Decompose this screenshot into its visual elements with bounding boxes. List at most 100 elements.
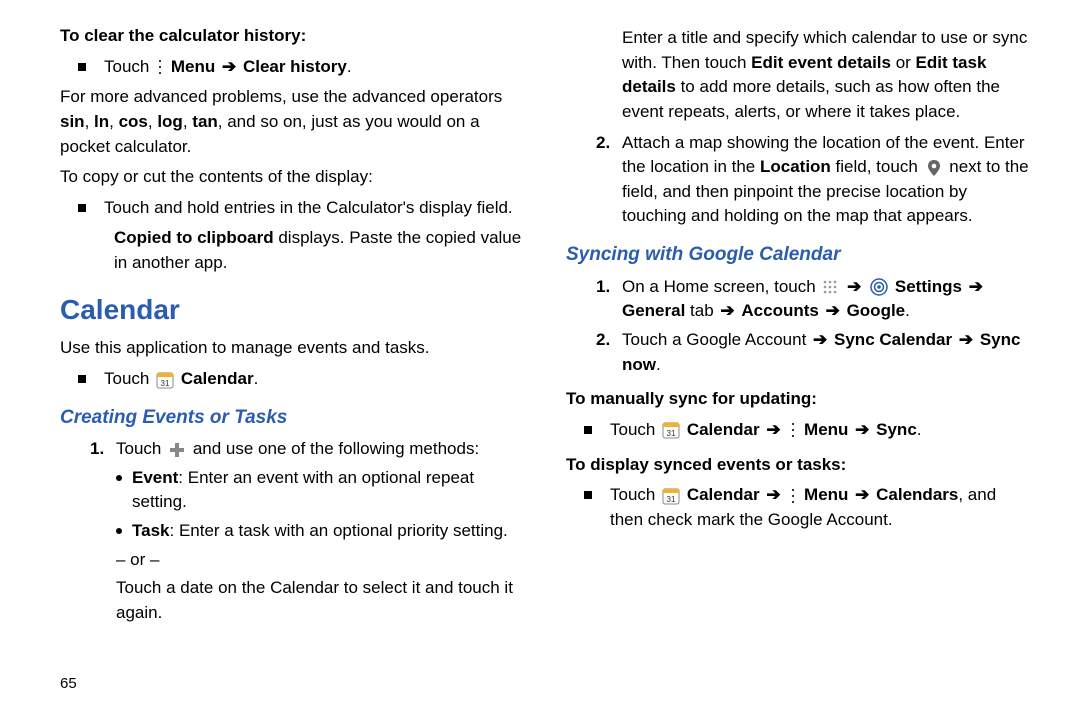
syncing-heading: Syncing with Google Calendar — [566, 241, 1032, 269]
settings-gear-icon — [870, 278, 888, 296]
general-tab-label: General — [622, 301, 685, 320]
sub-bullet-event: Event: Enter an event with an optional r… — [116, 466, 526, 515]
menu-label: Menu — [804, 420, 848, 439]
svg-text:31: 31 — [667, 495, 676, 504]
menu-overflow-icon — [156, 59, 164, 75]
bullet-touch-calendar: Touch 31 Calendar. — [78, 367, 526, 392]
svg-text:31: 31 — [667, 429, 676, 438]
arrow-icon: ➔ — [855, 485, 869, 504]
bullet-text: Touch Menu ➔ Clear history. — [104, 55, 526, 80]
edit-event-label: Edit event details — [751, 53, 891, 72]
arrow-icon: ➔ — [813, 330, 827, 349]
text: Touch — [610, 420, 660, 439]
copied-bold: Copied to clipboard — [114, 228, 274, 247]
calendar-31-icon: 31 — [662, 421, 680, 439]
display-synced-heading: To display synced events or tasks: — [566, 453, 1032, 478]
advanced-para: For more advanced problems, use the adva… — [60, 85, 526, 159]
text: tab — [690, 301, 718, 320]
arrow-icon: ➔ — [766, 485, 780, 504]
square-bullet-icon — [78, 204, 86, 212]
list-item: 1. Touch and use one of the following me… — [60, 437, 526, 462]
text: Touch — [104, 57, 154, 76]
calendar-label: Calendar — [687, 420, 760, 439]
step-body: Touch a Google Account ➔ Sync Calendar ➔… — [622, 328, 1032, 377]
square-bullet-icon — [78, 63, 86, 71]
arrow-icon: ➔ — [222, 57, 236, 76]
text: Touch — [104, 369, 154, 388]
dot-bullet-icon — [116, 528, 122, 534]
square-bullet-icon — [584, 426, 592, 434]
step-number: 1. — [90, 437, 116, 462]
text: On a Home screen, touch — [622, 277, 820, 296]
calendar-desc: Use this application to manage events an… — [60, 336, 526, 361]
sub-bullet-task: Task: Enter a task with an optional prio… — [116, 519, 526, 544]
calendar-label: Calendar — [181, 369, 254, 388]
bullet-manual-sync: Touch 31 Calendar ➔ Menu ➔ Sync. — [584, 418, 1032, 443]
svg-text:31: 31 — [161, 379, 170, 388]
text: and use one of the following methods: — [193, 439, 479, 458]
arrow-icon: ➔ — [847, 277, 861, 296]
touch-date-para: Touch a date on the Calendar to select i… — [116, 576, 526, 625]
bullet-display-synced: Touch 31 Calendar ➔ Menu ➔ Calendars, an… — [584, 483, 1032, 532]
menu-label: Menu — [171, 57, 215, 76]
calendar-31-icon: 31 — [662, 487, 680, 505]
list-item: 2. Attach a map showing the location of … — [566, 131, 1032, 230]
text: Touch a Google Account — [622, 330, 811, 349]
left-column: To clear the calculator history: Touch M… — [60, 20, 526, 700]
attach-map-step: 2. Attach a map showing the location of … — [566, 131, 1032, 230]
list-item: 2. Touch a Google Account ➔ Sync Calenda… — [566, 328, 1032, 377]
menu-overflow-icon — [789, 488, 797, 504]
arrow-icon: ➔ — [720, 301, 734, 320]
text: to add more details, such as how often t… — [622, 77, 1000, 121]
right-column: Enter a title and specify which calendar… — [566, 20, 1032, 700]
settings-label: Settings — [895, 277, 962, 296]
text: or — [891, 53, 916, 72]
manual-sync-heading: To manually sync for updating: — [566, 387, 1032, 412]
clear-history-label: Clear history — [243, 57, 347, 76]
operators: sin — [60, 112, 85, 131]
text: Touch — [610, 485, 660, 504]
step-body: On a Home screen, touch ➔ Settings ➔ Gen… — [622, 275, 1032, 324]
arrow-icon: ➔ — [959, 330, 973, 349]
page-number: 65 — [60, 675, 77, 692]
plus-icon — [168, 441, 186, 459]
google-label: Google — [847, 301, 906, 320]
bullet-text: Touch 31 Calendar. — [104, 367, 526, 392]
bullet-text: Touch 31 Calendar ➔ Menu ➔ Sync. — [610, 418, 1032, 443]
text: Touch — [116, 439, 166, 458]
square-bullet-icon — [584, 491, 592, 499]
text: Task: Enter a task with an optional prio… — [132, 519, 508, 544]
arrow-icon: ➔ — [855, 420, 869, 439]
copy-head: To copy or cut the contents of the displ… — [60, 165, 526, 190]
text: Event: Enter an event with an optional r… — [132, 466, 526, 515]
menu-label: Menu — [804, 485, 848, 504]
square-bullet-icon — [78, 375, 86, 383]
calendar-heading: Calendar — [60, 290, 526, 331]
calendars-label: Calendars — [876, 485, 958, 504]
bullet-text: Touch and hold entries in the Calculator… — [104, 196, 526, 221]
map-pin-icon — [925, 159, 943, 177]
or-divider: – or – — [116, 548, 526, 573]
location-label: Location — [760, 157, 831, 176]
arrow-icon: ➔ — [826, 301, 840, 320]
bullet-text: Touch 31 Calendar ➔ Menu ➔ Calendars, an… — [610, 483, 1032, 532]
bullet-copy: Touch and hold entries in the Calculator… — [78, 196, 526, 221]
enter-title-para: Enter a title and specify which calendar… — [622, 26, 1032, 125]
bullet-clear-history: Touch Menu ➔ Clear history. — [78, 55, 526, 80]
accounts-label: Accounts — [741, 301, 818, 320]
text: For more advanced problems, use the adva… — [60, 87, 502, 106]
list-item: 1. On a Home screen, touch ➔ Settings ➔ … — [566, 275, 1032, 324]
copied-para: Copied to clipboard displays. Paste the … — [114, 226, 526, 275]
calendar-label: Calendar — [687, 485, 760, 504]
dot-bullet-icon — [116, 475, 122, 481]
apps-grid-icon — [822, 279, 838, 295]
step-number: 2. — [596, 328, 622, 377]
text: field, touch — [831, 157, 923, 176]
sync-calendar-label: Sync Calendar — [834, 330, 952, 349]
step-number: 2. — [596, 131, 622, 230]
menu-overflow-icon — [789, 422, 797, 438]
step-body: Attach a map showing the location of the… — [622, 131, 1032, 230]
clear-history-heading: To clear the calculator history: — [60, 24, 526, 49]
arrow-icon: ➔ — [766, 420, 780, 439]
creating-steps: 1. Touch and use one of the following me… — [60, 437, 526, 462]
